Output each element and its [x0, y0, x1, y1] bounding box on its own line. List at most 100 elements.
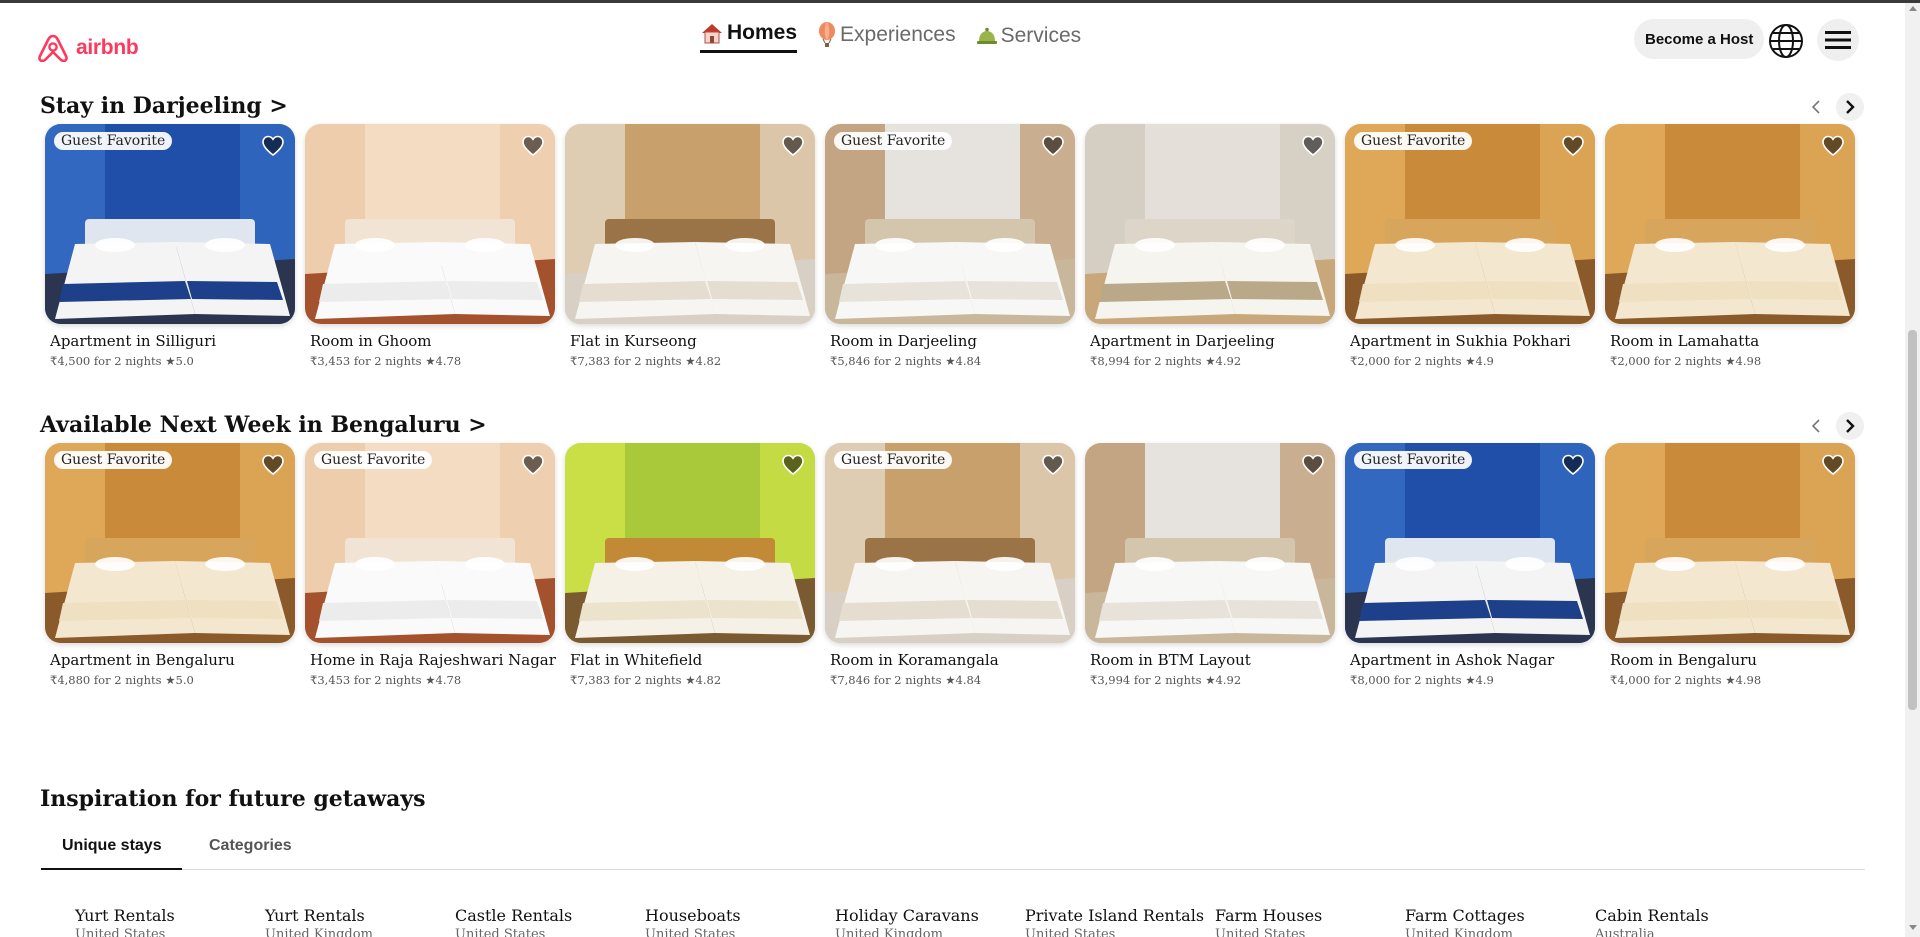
destination-country: United States: [645, 927, 736, 937]
tab-experiences[interactable]: Experiences: [817, 22, 956, 53]
heart-icon[interactable]: [261, 134, 285, 158]
tab-homes[interactable]: Homes: [700, 21, 798, 53]
heart-icon[interactable]: [521, 134, 545, 158]
main-menu-button[interactable]: [1817, 19, 1859, 61]
destination-country: Australia: [1595, 927, 1655, 937]
listing-photo-frame[interactable]: Guest Favorite: [825, 124, 1075, 324]
guest-favorite-badge: Guest Favorite: [54, 451, 173, 469]
destination-item[interactable]: Yurt Rentals United States: [75, 906, 265, 937]
listing-title: Flat in Kurseong: [570, 332, 697, 350]
destination-item[interactable]: Private Island Rentals United States: [1025, 906, 1215, 937]
listing-card[interactable]: Guest Favorite Apartment in Sukhia Pokha…: [1345, 124, 1595, 368]
language-button[interactable]: [1766, 21, 1806, 61]
listing-photo-frame[interactable]: [1085, 443, 1335, 643]
heart-icon[interactable]: [1041, 134, 1065, 158]
destination-item[interactable]: Farm Cottages United Kingdom: [1405, 906, 1595, 937]
guest-favorite-badge: Guest Favorite: [314, 451, 433, 469]
hamburger-menu-icon: [1825, 31, 1851, 49]
listing-card[interactable]: Apartment in Darjeeling ₹8,994 for 2 nig…: [1085, 124, 1335, 368]
destination-item[interactable]: Houseboats United States: [645, 906, 835, 937]
heart-icon[interactable]: [1301, 453, 1325, 477]
destination-name: Yurt Rentals: [265, 906, 365, 925]
listing-title: Apartment in Darjeeling: [1090, 332, 1275, 350]
listing-price-rating: ₹3,453 for 2 nights ★4.78: [310, 354, 462, 368]
destination-item[interactable]: Holiday Caravans United Kingdom: [835, 906, 1025, 937]
inspiration-tabs: Unique stays Categories: [41, 825, 1865, 870]
listing-photo-frame[interactable]: Guest Favorite: [1345, 124, 1595, 324]
heart-icon[interactable]: [1301, 134, 1325, 158]
listing-card[interactable]: Guest Favorite Apartment in Ashok Nagar …: [1345, 443, 1595, 687]
become-host-button[interactable]: Become a Host: [1634, 19, 1765, 59]
tab-experiences-label: Experiences: [840, 23, 956, 46]
listing-title: Room in Darjeeling: [830, 332, 977, 350]
heart-icon[interactable]: [1821, 453, 1845, 477]
section-title[interactable]: Stay in Darjeeling >: [40, 93, 288, 119]
heart-icon[interactable]: [261, 453, 285, 477]
listing-photo: [1085, 443, 1335, 643]
listing-card[interactable]: Guest Favorite Apartment in Silliguri ₹4…: [45, 124, 295, 368]
listing-card[interactable]: Guest Favorite Apartment in Bengaluru ₹4…: [45, 443, 295, 687]
listing-photo-frame[interactable]: [1605, 443, 1855, 643]
destination-item[interactable]: Castle Rentals United States: [455, 906, 645, 937]
heart-icon[interactable]: [1561, 134, 1585, 158]
listing-price-rating: ₹8,000 for 2 nights ★4.9: [1350, 673, 1494, 687]
listing-photo: [1345, 443, 1595, 643]
category-nav: Homes Experiences Services: [700, 21, 1081, 53]
listing-card[interactable]: Room in Lamahatta ₹2,000 for 2 nights ★4…: [1605, 124, 1855, 368]
tab-unique-stays[interactable]: Unique stays: [41, 837, 182, 870]
listing-card[interactable]: Room in Ghoom ₹3,453 for 2 nights ★4.78: [305, 124, 555, 368]
destination-country: United Kingdom: [265, 927, 373, 937]
listing-photo-frame[interactable]: [305, 124, 555, 324]
listing-card[interactable]: Guest Favorite Home in Raja Rajeshwari N…: [305, 443, 556, 687]
scrollbar-thumb[interactable]: [1908, 330, 1917, 710]
house-icon: [702, 24, 722, 44]
inspiration-title: Inspiration for future getaways: [40, 786, 426, 812]
listing-photo-frame[interactable]: [565, 124, 815, 324]
listing-photo-frame[interactable]: Guest Favorite: [45, 443, 295, 643]
listing-card[interactable]: Room in BTM Layout ₹3,994 for 2 nights ★…: [1085, 443, 1335, 687]
scroll-up-arrow-icon[interactable]: [1909, 6, 1917, 11]
tab-services[interactable]: Services: [976, 24, 1082, 53]
airbnb-logo[interactable]: airbnb: [36, 34, 139, 62]
heart-icon[interactable]: [521, 453, 545, 477]
heart-icon[interactable]: [781, 134, 805, 158]
heart-icon[interactable]: [1561, 453, 1585, 477]
listing-photo-frame[interactable]: [565, 443, 815, 643]
listing-photo-frame[interactable]: Guest Favorite: [45, 124, 295, 324]
listing-card[interactable]: Guest Favorite Room in Koramangala ₹7,84…: [825, 443, 1075, 687]
destination-country: United States: [1025, 927, 1116, 937]
listing-price-rating: ₹2,000 for 2 nights ★4.98: [1610, 354, 1762, 368]
heart-icon[interactable]: [1821, 134, 1845, 158]
section-title[interactable]: Available Next Week in Bengaluru >: [40, 412, 487, 438]
listing-photo-frame[interactable]: Guest Favorite: [1345, 443, 1595, 643]
listing-photo-frame[interactable]: [1605, 124, 1855, 324]
destination-item[interactable]: Farm Houses United States: [1215, 906, 1405, 937]
destination-item[interactable]: Yurt Rentals United Kingdom: [265, 906, 455, 937]
heart-icon[interactable]: [1041, 453, 1065, 477]
listing-card[interactable]: Room in Bengaluru ₹4,000 for 2 nights ★4…: [1605, 443, 1855, 687]
carousel-prev-button[interactable]: [1803, 412, 1831, 440]
destination-country: United States: [455, 927, 546, 937]
listing-photo: [565, 443, 815, 643]
listing-card[interactable]: Flat in Kurseong ₹7,383 for 2 nights ★4.…: [565, 124, 815, 368]
destination-name: Farm Cottages: [1405, 906, 1525, 925]
carousel-prev-button[interactable]: [1803, 93, 1831, 121]
carousel-next-button[interactable]: [1836, 93, 1864, 121]
chevron-right-icon: [1846, 419, 1855, 433]
destination-name: Private Island Rentals: [1025, 906, 1205, 925]
heart-icon[interactable]: [781, 453, 805, 477]
listing-photo-frame[interactable]: [1085, 124, 1335, 324]
carousel-next-button[interactable]: [1836, 412, 1864, 440]
listing-title: Room in Bengaluru: [1610, 651, 1757, 669]
listing-card[interactable]: Flat in Whitefield ₹7,383 for 2 nights ★…: [565, 443, 815, 687]
balloon-icon: [819, 22, 836, 47]
listing-photo-frame[interactable]: Guest Favorite: [305, 443, 555, 643]
destination-item[interactable]: Cabin Rentals Australia: [1595, 906, 1785, 937]
listing-photo-frame[interactable]: Guest Favorite: [825, 443, 1075, 643]
listing-photo: [305, 443, 555, 643]
scroll-down-arrow-icon[interactable]: [1909, 925, 1917, 930]
tab-services-label: Services: [1000, 24, 1082, 47]
tab-categories[interactable]: Categories: [209, 837, 292, 855]
chevron-right-icon: [1846, 100, 1855, 114]
listing-card[interactable]: Guest Favorite Room in Darjeeling ₹5,846…: [825, 124, 1075, 368]
